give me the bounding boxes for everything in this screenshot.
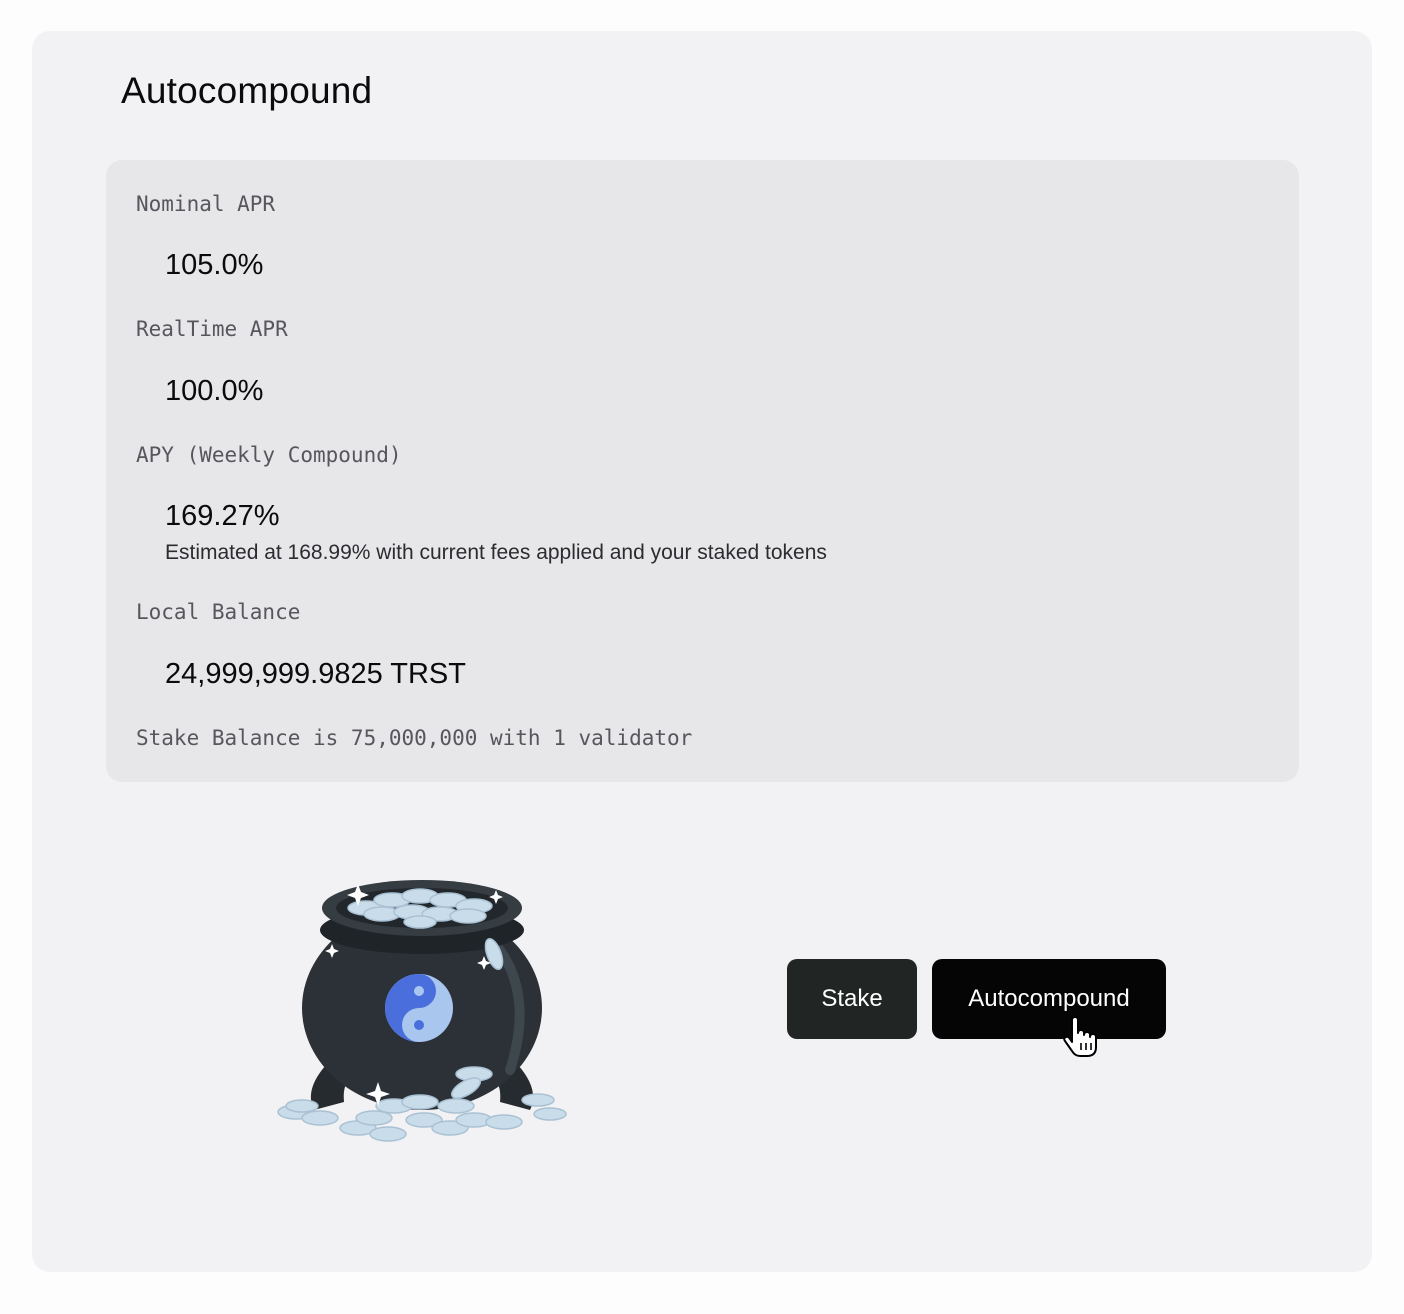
stats-panel: Nominal APR 105.0% RealTime APR 100.0% A… bbox=[106, 160, 1299, 782]
realtime-apr-value: 100.0% bbox=[165, 375, 264, 407]
local-balance-label: Local Balance bbox=[136, 600, 301, 624]
page-title: Autocompound bbox=[121, 70, 373, 111]
local-balance-value: 24,999,999.9825 TRST bbox=[165, 658, 466, 690]
realtime-apr-label: RealTime APR bbox=[136, 317, 288, 341]
apy-label: APY (Weekly Compound) bbox=[136, 443, 402, 467]
pot-of-coins-illustration bbox=[277, 880, 567, 1142]
nominal-apr-value: 105.0% bbox=[165, 249, 264, 281]
apy-value: 169.27% bbox=[165, 500, 280, 532]
hand-pointer-icon bbox=[1063, 1016, 1097, 1057]
stake-balance-text: Stake Balance is 75,000,000 with 1 valid… bbox=[136, 726, 693, 750]
nominal-apr-label: Nominal APR bbox=[136, 192, 276, 216]
apy-estimate-note: Estimated at 168.99% with current fees a… bbox=[165, 541, 827, 564]
stake-button[interactable]: Stake bbox=[787, 959, 917, 1039]
autocompound-button[interactable]: Autocompound bbox=[932, 959, 1166, 1039]
